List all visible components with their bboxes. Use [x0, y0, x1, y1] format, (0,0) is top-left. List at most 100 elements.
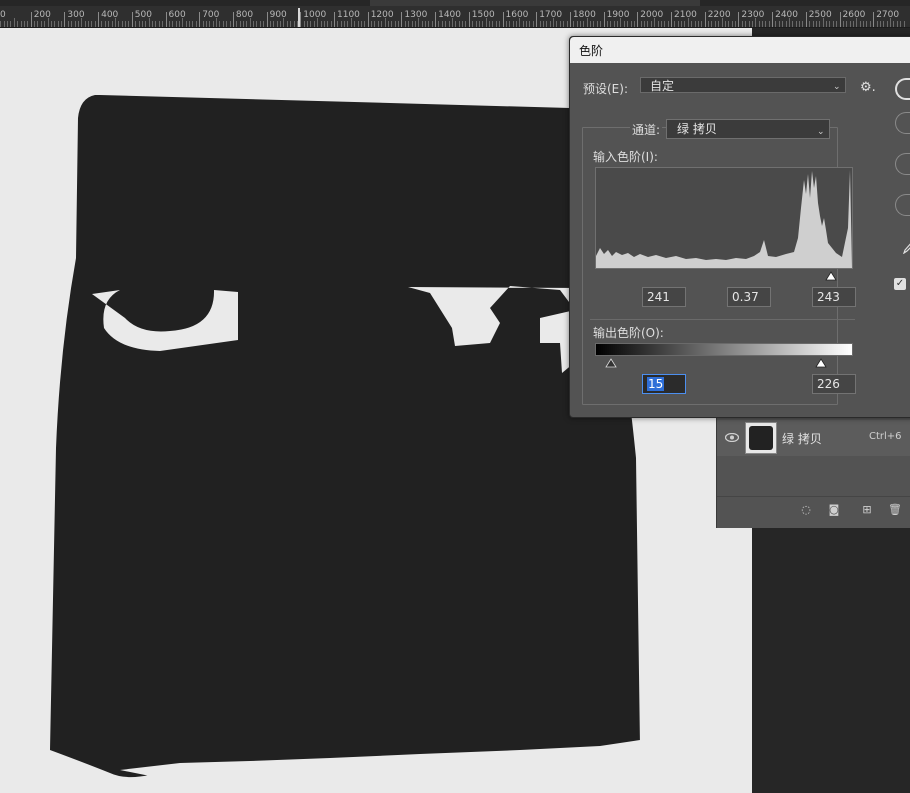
ruler-minor-tick: [226, 21, 228, 27]
levels-separator: [590, 319, 855, 320]
ruler-tick: [232, 12, 234, 27]
layer-thumbnail[interactable]: [745, 422, 777, 454]
output-black-field[interactable]: 15: [642, 374, 686, 394]
layers-panel-footer: ◌ ◙ ⊞ 🗑: [717, 496, 910, 523]
chevron-down-icon: ⌄: [833, 82, 841, 92]
ruler-minor-tick: [94, 21, 96, 27]
ruler-minor-tick: [310, 21, 312, 27]
ruler-minor-tick: [236, 21, 238, 27]
ruler-minor-tick: [775, 21, 777, 27]
ruler-minor-tick: [175, 21, 177, 27]
output-white-handle[interactable]: [815, 358, 827, 368]
ruler-minor-tick: [246, 21, 248, 27]
ruler-minor-tick: [34, 21, 36, 27]
ruler-tick: [839, 12, 841, 27]
layer-row[interactable]: 绿 拷贝 Ctrl+6: [717, 420, 910, 456]
ruler-minor-tick: [499, 21, 501, 27]
ruler-label: 1900: [606, 10, 630, 20]
ruler-minor-tick: [482, 21, 484, 27]
ruler-minor-tick: [23, 21, 25, 27]
ruler-minor-tick: [694, 21, 696, 27]
ruler-label: 2700: [876, 10, 900, 20]
ruler-minor-tick: [809, 21, 811, 27]
ruler-minor-tick: [77, 21, 79, 27]
preview-checkbox[interactable]: ✓: [894, 278, 906, 290]
ruler-minor-tick: [263, 21, 265, 27]
adjustment-icon[interactable]: ◌: [799, 503, 813, 517]
ruler-minor-tick: [802, 21, 804, 27]
ruler-tick: [131, 12, 133, 27]
ruler-minor-tick: [829, 21, 831, 27]
ruler-minor-tick: [414, 21, 416, 27]
ruler-tick: [64, 12, 66, 27]
ruler-minor-tick: [458, 21, 460, 27]
dialog-titlebar[interactable]: 色阶: [570, 37, 910, 63]
input-white-field[interactable]: 243: [812, 287, 856, 307]
histogram: [595, 167, 853, 269]
ruler-label: 200: [33, 10, 51, 20]
input-gamma-field[interactable]: 0.37: [727, 287, 771, 307]
options-button[interactable]: [895, 194, 910, 216]
ruler-minor-tick: [782, 21, 784, 27]
ruler-minor-tick: [724, 21, 726, 27]
ruler-minor-tick: [303, 21, 305, 27]
layer-name[interactable]: 绿 拷贝: [782, 430, 822, 447]
trash-icon[interactable]: 🗑: [888, 503, 902, 517]
ruler-minor-tick: [293, 21, 295, 27]
levels-dialog: 色阶 预设(E): 自定 ⌄ ⚙. 通道: 绿 拷贝 ⌄ 输入色阶(I): 24…: [569, 36, 910, 418]
channel-value: 绿 拷贝: [677, 122, 717, 136]
ruler-tick: [300, 12, 302, 27]
ruler-minor-tick: [606, 21, 608, 27]
mask-icon[interactable]: ◙: [827, 503, 841, 517]
ruler-minor-tick: [145, 21, 147, 27]
ruler-tick: [435, 12, 437, 27]
input-black-field[interactable]: 241: [642, 287, 686, 307]
ruler-minor-tick: [259, 21, 261, 27]
ruler-minor-tick: [765, 21, 767, 27]
channel-select[interactable]: 绿 拷贝 ⌄: [666, 119, 830, 139]
ruler-minor-tick: [546, 21, 548, 27]
output-black-handle[interactable]: [605, 358, 617, 368]
ruler-minor-tick: [7, 21, 9, 27]
ok-button[interactable]: [895, 78, 910, 100]
ruler-label: 1800: [572, 10, 596, 20]
ruler-minor-tick: [745, 21, 747, 27]
ruler-minor-tick: [691, 21, 693, 27]
ruler-minor-tick: [40, 21, 42, 27]
preset-select[interactable]: 自定 ⌄: [640, 77, 846, 93]
ruler-label: 2100: [674, 10, 697, 20]
ruler-minor-tick: [657, 21, 659, 27]
ruler-tick: [98, 12, 100, 27]
ruler-minor-tick: [596, 21, 598, 27]
cancel-button[interactable]: [895, 112, 910, 134]
ruler-minor-tick: [883, 21, 885, 27]
output-white-field[interactable]: 226: [812, 374, 856, 394]
ruler-minor-tick: [168, 21, 170, 27]
ruler-minor-tick: [475, 21, 477, 27]
ruler-minor-tick: [505, 21, 507, 27]
ruler-minor-tick: [71, 21, 73, 27]
ruler-minor-tick: [495, 21, 497, 27]
new-layer-icon[interactable]: ⊞: [860, 503, 874, 517]
ruler-minor-tick: [903, 21, 905, 27]
ruler-label: 300: [67, 10, 85, 20]
ruler-minor-tick: [256, 21, 258, 27]
auto-button[interactable]: [895, 153, 910, 175]
ruler-minor-tick: [394, 21, 396, 27]
ruler-minor-tick: [465, 21, 467, 27]
eye-icon[interactable]: [725, 433, 739, 442]
ruler-minor-tick: [280, 21, 282, 27]
output-levels-slider[interactable]: [595, 357, 853, 369]
ruler-minor-tick: [623, 21, 625, 27]
ruler-minor-tick: [128, 21, 130, 27]
ruler-minor-tick: [276, 21, 278, 27]
gear-icon[interactable]: ⚙.: [860, 80, 876, 95]
eyedropper-icon[interactable]: [903, 240, 910, 254]
ruler-minor-tick: [209, 21, 211, 27]
ruler-minor-tick: [54, 21, 56, 27]
ruler-minor-tick: [377, 21, 379, 27]
ruler-tick: [805, 12, 807, 27]
input-levels-slider[interactable]: [595, 270, 853, 282]
ruler-minor-tick: [0, 21, 2, 27]
ruler-minor-tick: [563, 21, 565, 27]
